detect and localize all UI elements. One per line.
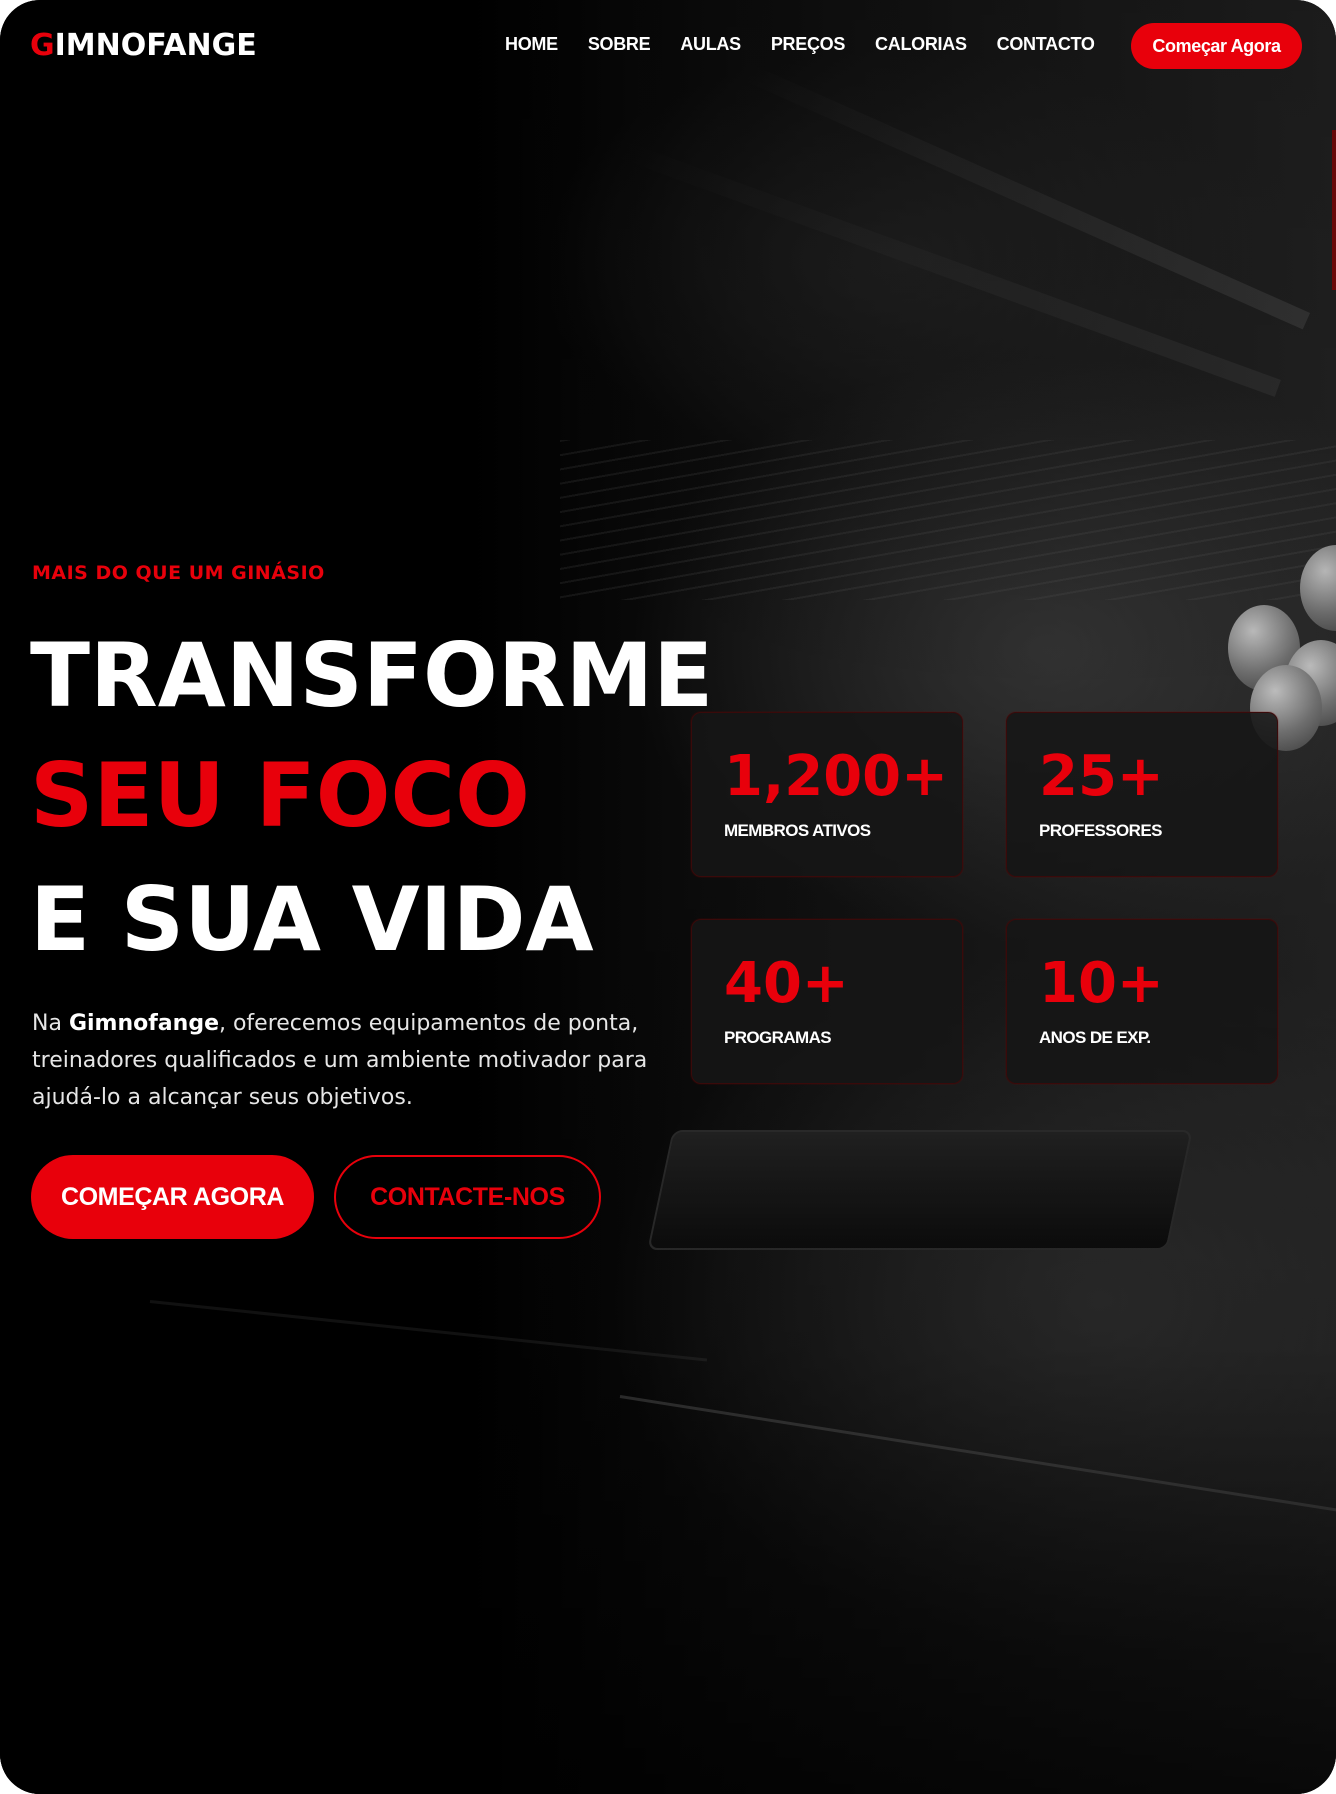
stat-value: 40+ xyxy=(724,951,849,1016)
nav-item-sobre[interactable]: SOBRE xyxy=(588,34,651,55)
headline-line-1: TRANSFORME xyxy=(30,624,714,727)
lead-prefix: Na xyxy=(32,1011,69,1036)
hero-screen: GIMNOFANGE HOME SOBRE AULAS PREÇOS CALOR… xyxy=(0,0,1336,1794)
nav-item-precos[interactable]: PREÇOS xyxy=(771,34,846,55)
nav-item-home[interactable]: HOME xyxy=(505,34,558,55)
stat-card-programs: 40+ PROGRAMAS xyxy=(691,919,963,1084)
logo-initial: G xyxy=(30,28,55,63)
lead-brand-name: Gimnofange xyxy=(68,1011,219,1036)
nav-item-calorias[interactable]: CALORIAS xyxy=(875,34,967,55)
stat-card-teachers: 25+ PROFESSORES xyxy=(1006,712,1278,877)
stat-label: ANOS DE EXP. xyxy=(1039,1028,1151,1047)
hero-eyebrow: MAIS DO QUE UM GINÁSIO xyxy=(32,562,325,584)
stat-card-experience: 10+ ANOS DE EXP. xyxy=(1006,919,1278,1084)
headline-line-3: E SUA VIDA xyxy=(30,868,594,971)
logo-text: IMNOFANGE xyxy=(54,28,257,63)
stat-value: 25+ xyxy=(1039,744,1164,809)
device-frame: GIMNOFANGE HOME SOBRE AULAS PREÇOS CALOR… xyxy=(0,0,1336,1794)
contact-us-button[interactable]: CONTACTE-NOS xyxy=(334,1155,601,1239)
stat-card-members: 1,200+ MEMBROS ATIVOS xyxy=(691,712,963,877)
start-now-button[interactable]: COMEÇAR AGORA xyxy=(31,1155,314,1239)
main-nav: HOME SOBRE AULAS PREÇOS CALORIAS CONTACT… xyxy=(505,34,1125,55)
nav-item-aulas[interactable]: AULAS xyxy=(680,34,741,55)
brand-logo[interactable]: GIMNOFANGE xyxy=(30,28,257,63)
stat-label: MEMBROS ATIVOS xyxy=(724,821,871,840)
hero-description: Na Gimnofange, oferecemos equipamentos d… xyxy=(32,1005,652,1116)
stat-value: 1,200+ xyxy=(724,744,949,809)
stat-label: PROGRAMAS xyxy=(724,1028,832,1047)
nav-item-contacto[interactable]: CONTACTO xyxy=(997,34,1095,55)
stat-label: PROFESSORES xyxy=(1039,821,1162,840)
headline-line-2: SEU FOCO xyxy=(30,744,530,847)
stat-value: 10+ xyxy=(1039,951,1164,1016)
nav-start-now-button[interactable]: Começar Agora xyxy=(1131,23,1302,69)
